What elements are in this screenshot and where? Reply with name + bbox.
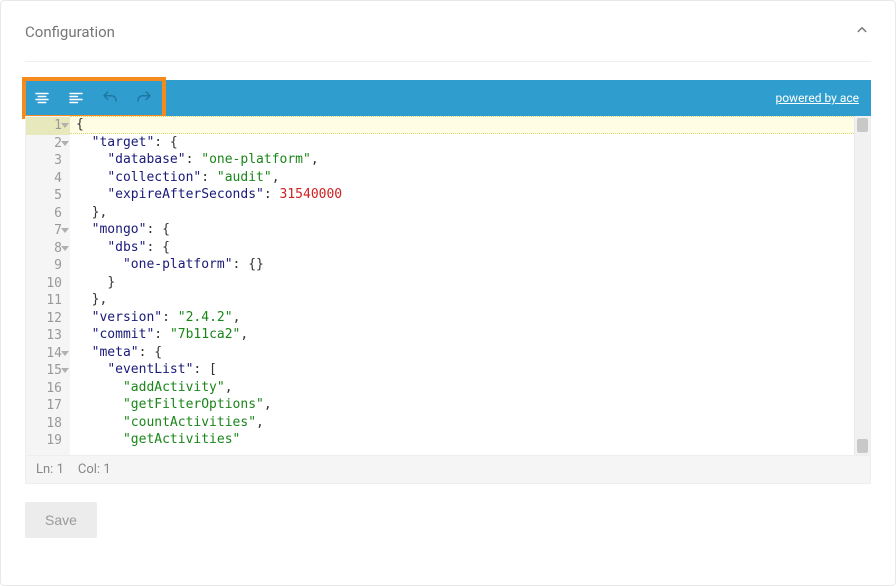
code-line[interactable]: "target": { [76,134,854,152]
scroll-up-icon [857,118,868,132]
code-line[interactable]: "database": "one-platform", [76,151,854,169]
collapse-toggle[interactable] [853,21,871,43]
scroll-down-icon [857,439,868,453]
code-line[interactable]: "collection": "audit", [76,169,854,187]
save-button[interactable]: Save [25,502,97,538]
ln-value: 1 [57,462,64,477]
code-line[interactable]: "dbs": { [76,239,854,257]
code-line[interactable]: "mongo": { [76,221,854,239]
editor-toolbar: powered by ace [25,80,871,116]
col-value: 1 [103,462,110,477]
redo-button[interactable] [127,80,161,116]
gutter-line[interactable]: 17 [26,397,70,415]
code-line[interactable]: }, [76,291,854,309]
gutter-line[interactable]: 3 [26,152,70,170]
toolbar-left-group [25,80,161,116]
code-editor[interactable]: 12345678910111213141516171819 { "target"… [25,116,871,456]
gutter-line[interactable]: 11 [26,292,70,310]
col-label: Col: [78,462,100,477]
code-area[interactable]: { "target": { "database": "one-platform"… [70,116,854,455]
gutter-line[interactable]: 2 [26,135,70,153]
code-line[interactable]: }, [76,204,854,222]
gutter-line[interactable]: 14 [26,345,70,363]
ln-label: Ln: [36,462,53,477]
gutter-line[interactable]: 15 [26,362,70,380]
gutter-line[interactable]: 19 [26,432,70,450]
code-line[interactable]: "getActivities" [76,431,854,449]
format-compact-button[interactable] [59,80,93,116]
configuration-card: Configuration [0,0,896,586]
redo-icon [135,89,153,107]
code-line[interactable]: "countActivities", [76,414,854,432]
gutter-line[interactable]: 1 [26,117,70,135]
align-center-icon [33,89,51,107]
gutter-line[interactable]: 6 [26,205,70,223]
code-line[interactable]: } [76,274,854,292]
powered-by-link[interactable]: powered by ace [775,91,871,105]
status-line: Ln: 1 [36,462,64,477]
gutter-line[interactable]: 12 [26,310,70,328]
editor-statusbar: Ln: 1 Col: 1 [25,456,871,484]
code-line[interactable]: "meta": { [76,344,854,362]
code-line[interactable]: "eventList": [ [76,361,854,379]
code-line[interactable]: "addActivity", [76,379,854,397]
code-line[interactable]: { [76,116,854,134]
chevron-up-icon [853,21,871,39]
code-line[interactable]: "commit": "7b11ca2", [76,326,854,344]
gutter-line[interactable]: 13 [26,327,70,345]
gutter-line[interactable]: 8 [26,240,70,258]
gutter-line[interactable]: 18 [26,415,70,433]
gutter-line[interactable]: 5 [26,187,70,205]
undo-icon [101,89,119,107]
card-header: Configuration [25,21,871,62]
line-gutter: 12345678910111213141516171819 [26,116,70,455]
code-line[interactable]: "version": "2.4.2", [76,309,854,327]
gutter-line[interactable]: 4 [26,170,70,188]
undo-button[interactable] [93,80,127,116]
gutter-line[interactable]: 7 [26,222,70,240]
card-title: Configuration [25,23,115,41]
code-line[interactable]: "getFilterOptions", [76,396,854,414]
gutter-line[interactable]: 16 [26,380,70,398]
align-left-icon [67,89,85,107]
code-line[interactable]: "one-platform": {} [76,256,854,274]
vertical-scrollbar[interactable] [854,116,870,455]
gutter-line[interactable]: 10 [26,275,70,293]
format-indent-button[interactable] [25,80,59,116]
code-line[interactable]: "expireAfterSeconds": 31540000 [76,186,854,204]
gutter-line[interactable]: 9 [26,257,70,275]
status-col: Col: 1 [78,462,111,477]
